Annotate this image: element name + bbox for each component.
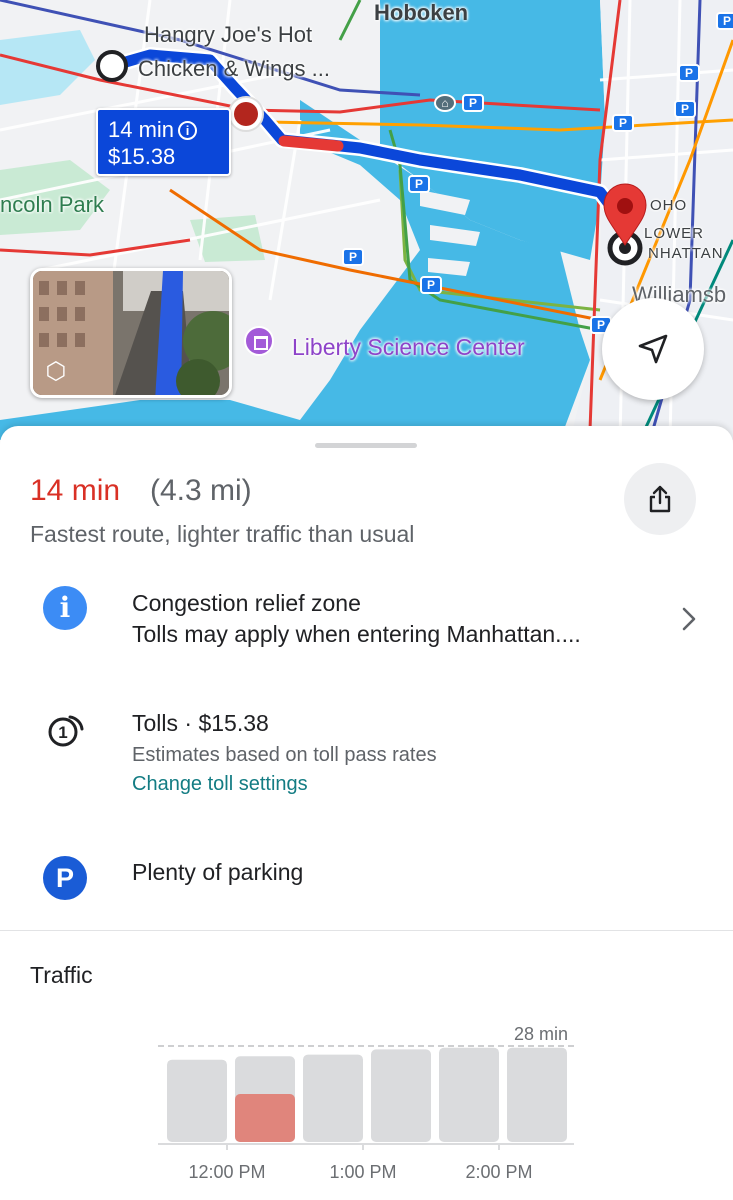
route-distance: (4.3 mi): [150, 474, 252, 507]
max-duration-label: 28 min: [514, 1024, 568, 1044]
map-label-manhattan: NHATTAN: [648, 245, 724, 262]
ticks-group: 12:00 PM 1:00 PM 2:00 PM: [188, 1144, 533, 1182]
chevron-right-icon[interactable]: [680, 606, 698, 632]
tolls-note: Estimates based on toll pass rates: [132, 744, 437, 766]
map-label-liberty-science-center[interactable]: Liberty Science Center: [292, 334, 525, 361]
congestion-title[interactable]: Congestion relief zone: [132, 590, 361, 617]
traffic-bar-current[interactable]: [235, 1094, 295, 1142]
toll-coin-icon: 1: [48, 715, 84, 747]
parking-icon: P: [678, 64, 700, 82]
map-view[interactable]: Hoboken Hangry Joe's Hot Chicken & Wings…: [0, 0, 733, 440]
parking-icon: P: [716, 12, 733, 30]
map-label-lower: LOWER: [644, 225, 705, 242]
map-label-lincoln-park: ncoln Park: [0, 192, 104, 217]
x-tick-label: 1:00 PM: [329, 1162, 396, 1182]
locate-button[interactable]: [602, 298, 704, 400]
parking-icon: P: [408, 175, 430, 193]
route-info-bubble[interactable]: 14 min i $15.38: [96, 108, 231, 176]
change-toll-settings-link[interactable]: Change toll settings: [132, 773, 308, 796]
route-bubble-toll: $15.38: [108, 144, 176, 169]
tolls-title: Tolls · $15.38: [132, 710, 269, 736]
traffic-bar[interactable]: [507, 1047, 567, 1142]
parking-icon: P: [674, 100, 696, 118]
info-icon: i: [178, 121, 198, 140]
section-divider: [0, 930, 733, 931]
x-tick-label: 12:00 PM: [188, 1162, 265, 1182]
parking-icon: P: [462, 94, 484, 112]
train-icon: ⌂: [434, 94, 456, 112]
route-details-sheet[interactable]: 14 min (4.3 mi) Fastest route, lighter t…: [0, 426, 733, 1200]
navigation-arrow-icon: [638, 334, 668, 364]
bars-group: [167, 1047, 567, 1142]
map-label-restaurant-line2: Chicken & Wings ...: [138, 56, 330, 81]
x-tick-label: 2:00 PM: [465, 1162, 532, 1182]
share-button[interactable]: [624, 463, 696, 535]
congestion-subtitle[interactable]: Tolls may apply when entering Manhattan.…: [132, 621, 581, 648]
route-bubble-time: 14 min: [108, 117, 175, 142]
info-icon: i: [43, 586, 87, 630]
map-label-soho: OHO: [650, 197, 688, 214]
cube-icon: ⬡: [45, 358, 67, 385]
restaurant-pin-icon[interactable]: [228, 96, 264, 132]
svg-text:1: 1: [58, 723, 67, 742]
share-icon: [649, 485, 671, 513]
route-description: Fastest route, lighter traffic than usua…: [30, 521, 415, 547]
traffic-section-title: Traffic: [30, 962, 93, 988]
parking-icon: P: [612, 114, 634, 132]
traffic-bar[interactable]: [167, 1059, 227, 1142]
street-view-thumbnail[interactable]: ⬡: [30, 268, 232, 398]
eta-time: 14 min: [30, 474, 121, 507]
drag-handle[interactable]: [315, 443, 417, 448]
traffic-bar[interactable]: [439, 1047, 499, 1142]
map-label-hoboken: Hoboken: [374, 0, 469, 25]
map-label-restaurant-line1: Hangry Joe's Hot: [144, 22, 313, 47]
traffic-chart[interactable]: 28 min 12:00 PM 1:00 PM 2:00 PM: [0, 1016, 733, 1186]
parking-icon: P: [420, 276, 442, 294]
museum-icon[interactable]: [244, 326, 274, 356]
parking-icon: P: [342, 248, 364, 266]
traffic-bar[interactable]: [303, 1054, 363, 1142]
traffic-bar[interactable]: [371, 1049, 431, 1142]
parking-title: Plenty of parking: [132, 859, 304, 885]
parking-icon: P: [43, 856, 87, 900]
